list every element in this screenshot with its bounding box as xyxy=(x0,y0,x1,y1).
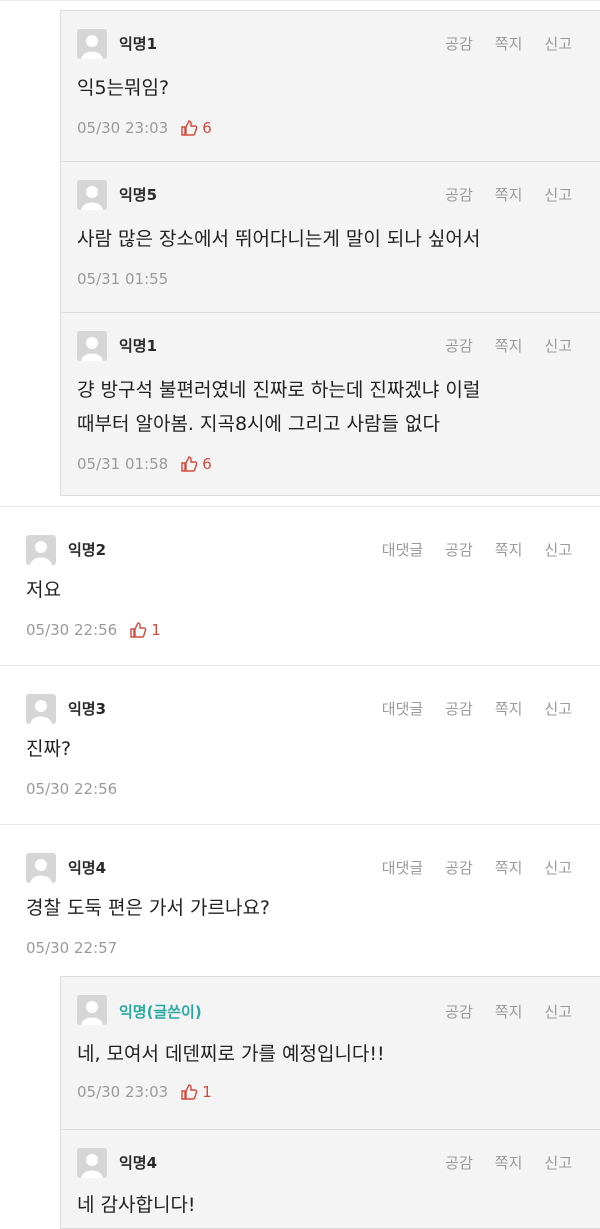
like-count: 6 xyxy=(180,119,212,137)
message-button[interactable]: 쪽지 xyxy=(495,857,523,878)
comment-actions: 공감 쪽지 신고 xyxy=(445,335,572,356)
avatar xyxy=(26,535,56,565)
author-name: 익명4 xyxy=(68,859,107,877)
author-name: 익명5 xyxy=(119,186,158,204)
message-button[interactable]: 쪽지 xyxy=(495,184,523,205)
author-name: 익명2 xyxy=(68,541,107,559)
message-button[interactable]: 쪽지 xyxy=(495,335,523,356)
thumbs-up-icon xyxy=(181,456,198,472)
like-count: 6 xyxy=(180,455,212,473)
comment-actions: 공감 쪽지 신고 xyxy=(445,33,572,54)
author-name: 익명(글쓴이) xyxy=(119,1003,202,1021)
message-button[interactable]: 쪽지 xyxy=(495,698,523,719)
reply-button[interactable]: 대댓글 xyxy=(382,539,423,560)
reply-comment: 익명1 공감 쪽지 신고 익5는뭐임? 05/30 23:03 6 xyxy=(60,10,600,162)
message-button[interactable]: 쪽지 xyxy=(495,1001,523,1022)
author-name: 익명3 xyxy=(68,700,107,718)
like-count: 1 xyxy=(129,621,161,639)
comment: 익명4 대댓글 공감 쪽지 신고 경찰 도둑 편은 가서 가르나요? 05/30… xyxy=(0,825,600,975)
author-name: 익명1 xyxy=(119,337,158,355)
like-button[interactable]: 공감 xyxy=(445,1001,473,1022)
reply-comment: 익명5 공감 쪽지 신고 사람 많은 장소에서 뛰어다니는게 말이 되나 싶어서… xyxy=(60,161,600,313)
like-button[interactable]: 공감 xyxy=(445,698,473,719)
avatar xyxy=(77,995,107,1025)
report-button[interactable]: 신고 xyxy=(544,33,572,54)
comment-actions: 대댓글 공감 쪽지 신고 xyxy=(382,539,572,560)
comment-time: 05/30 23:03 xyxy=(77,119,169,137)
comment-meta: 05/30 22:56 1 xyxy=(26,621,161,639)
comment-text: 저요 xyxy=(26,579,61,601)
report-button[interactable]: 신고 xyxy=(544,539,572,560)
avatar xyxy=(77,180,107,210)
report-button[interactable]: 신고 xyxy=(544,184,572,205)
reply-comment: 익명4 공감 쪽지 신고 네 감사합니다! xyxy=(60,1129,600,1229)
comment-time: 05/31 01:58 xyxy=(77,455,169,473)
like-button[interactable]: 공감 xyxy=(445,539,473,560)
comment-meta: 05/30 22:56 xyxy=(26,780,117,798)
top-divider xyxy=(0,0,600,1)
comment-actions: 공감 쪽지 신고 xyxy=(445,1001,572,1022)
author-name: 익명4 xyxy=(119,1154,158,1172)
avatar xyxy=(26,853,56,883)
comment-time: 05/31 01:55 xyxy=(77,270,169,288)
report-button[interactable]: 신고 xyxy=(544,698,572,719)
comment-actions: 공감 쪽지 신고 xyxy=(445,1152,572,1173)
like-button[interactable]: 공감 xyxy=(445,33,473,54)
message-button[interactable]: 쪽지 xyxy=(495,539,523,560)
comment-meta: 05/30 23:03 6 xyxy=(77,119,212,137)
report-button[interactable]: 신고 xyxy=(544,857,572,878)
thumbs-up-icon xyxy=(130,622,147,638)
comment-meta: 05/31 01:55 xyxy=(77,270,168,288)
comment-meta: 05/30 23:03 1 xyxy=(77,1083,212,1101)
message-button[interactable]: 쪽지 xyxy=(495,33,523,54)
comment-time: 05/30 22:56 xyxy=(26,780,118,798)
reply-button[interactable]: 대댓글 xyxy=(382,698,423,719)
reply-comment: 익명1 공감 쪽지 신고 걍 방구석 불편러였네 진짜로 하는데 진짜겠냐 이럴… xyxy=(60,312,600,496)
author-name: 익명1 xyxy=(119,35,158,53)
like-button[interactable]: 공감 xyxy=(445,857,473,878)
comment-actions: 공감 쪽지 신고 xyxy=(445,184,572,205)
reply-comment: 익명(글쓴이) 공감 쪽지 신고 네, 모여서 데덴찌로 가를 예정입니다!! … xyxy=(60,976,600,1130)
like-button[interactable]: 공감 xyxy=(445,184,473,205)
reply-button[interactable]: 대댓글 xyxy=(382,857,423,878)
thumbs-up-icon xyxy=(181,120,198,136)
comment-text: 사람 많은 장소에서 뛰어다니는게 말이 되나 싶어서 xyxy=(77,228,481,250)
comment-time: 05/30 23:03 xyxy=(77,1083,169,1101)
comment-text: 네 감사합니다! xyxy=(77,1194,196,1216)
comment-meta: 05/30 22:57 xyxy=(26,939,117,957)
report-button[interactable]: 신고 xyxy=(544,1001,572,1022)
comment-text: 경찰 도둑 편은 가서 가르나요? xyxy=(26,897,271,919)
comment: 익명3 대댓글 공감 쪽지 신고 진짜? 05/30 22:56 xyxy=(0,666,600,824)
like-button[interactable]: 공감 xyxy=(445,335,473,356)
comment-meta: 05/31 01:58 6 xyxy=(77,455,212,473)
comment: 익명2 대댓글 공감 쪽지 신고 저요 05/30 22:56 1 xyxy=(0,507,600,665)
report-button[interactable]: 신고 xyxy=(544,1152,572,1173)
thumbs-up-icon xyxy=(181,1084,198,1100)
message-button[interactable]: 쪽지 xyxy=(495,1152,523,1173)
comment-text: 걍 방구석 불편러였네 진짜로 하는데 진짜겠냐 이럴 때부터 알아봄. 지곡8… xyxy=(77,379,481,435)
comment-actions: 대댓글 공감 쪽지 신고 xyxy=(382,857,572,878)
comment-time: 05/30 22:56 xyxy=(26,621,118,639)
avatar xyxy=(77,1148,107,1178)
comment-text: 진짜? xyxy=(26,738,72,760)
comment-text: 네, 모여서 데덴찌로 가를 예정입니다!! xyxy=(77,1043,385,1065)
avatar xyxy=(77,331,107,361)
like-count: 1 xyxy=(180,1083,212,1101)
comment-text: 익5는뭐임? xyxy=(77,77,170,99)
avatar xyxy=(77,29,107,59)
comment-actions: 대댓글 공감 쪽지 신고 xyxy=(382,698,572,719)
like-button[interactable]: 공감 xyxy=(445,1152,473,1173)
comment-time: 05/30 22:57 xyxy=(26,939,118,957)
report-button[interactable]: 신고 xyxy=(544,335,572,356)
avatar xyxy=(26,694,56,724)
